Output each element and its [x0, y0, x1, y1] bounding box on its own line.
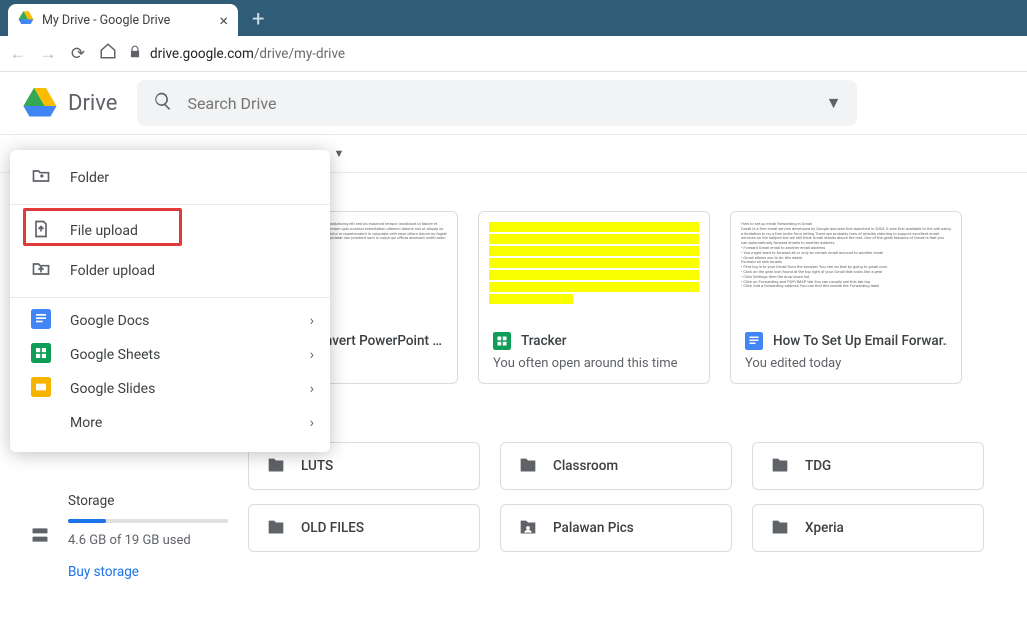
back-button[interactable]: ←: [8, 44, 28, 64]
search-options-icon[interactable]: ▼: [826, 93, 842, 113]
card-subtitle: You edited today: [745, 356, 947, 371]
folder-icon: [769, 517, 791, 539]
new-menu-popup: Folder File upload Folder upload Google …: [10, 150, 330, 452]
browser-tab[interactable]: My Drive - Google Drive ×: [8, 4, 238, 36]
buy-storage-link[interactable]: Buy storage: [68, 564, 240, 580]
menu-google-sheets[interactable]: Google Sheets ›: [10, 338, 330, 372]
quick-access-label: ess: [266, 189, 1007, 205]
storage-icon: [30, 525, 50, 549]
close-tab-icon[interactable]: ×: [219, 11, 228, 30]
chevron-right-icon: ›: [310, 381, 314, 397]
slides-icon: [30, 377, 52, 401]
folder-item[interactable]: OLD FILES: [248, 504, 480, 552]
menu-new-folder[interactable]: Folder: [10, 158, 330, 198]
menu-more[interactable]: More ›: [10, 406, 330, 440]
folders-label: Folders: [266, 414, 1007, 430]
storage-bar: [68, 519, 228, 523]
folder-item[interactable]: TDG: [752, 442, 984, 490]
lock-icon: [128, 45, 142, 63]
chevron-right-icon: ›: [310, 313, 314, 329]
folder-icon: [517, 455, 539, 477]
folder-item[interactable]: Palawan Pics: [500, 504, 732, 552]
forward-button[interactable]: →: [38, 44, 58, 64]
content-area: ess Lorem ipsum dolor sit amet consectet…: [240, 173, 1027, 580]
quick-access-card[interactable]: How to set up email forwarding in GmailG…: [730, 211, 962, 384]
quick-access-card[interactable]: Tracker You often open around this time: [478, 211, 710, 384]
folder-item[interactable]: Xperia: [752, 504, 984, 552]
sheets-icon: [30, 343, 52, 367]
browser-toolbar: ← → ⟳ drive.google.com/drive/my-drive: [0, 36, 1027, 72]
sheet-thumbnail: [485, 218, 703, 322]
browser-tabbar: My Drive - Google Drive × +: [0, 0, 1027, 36]
reload-button[interactable]: ⟳: [68, 44, 88, 64]
sheets-icon: [493, 332, 511, 350]
home-button[interactable]: [98, 42, 118, 65]
card-subtitle: You often open around this time: [493, 356, 695, 371]
card-title: Tracker: [521, 333, 567, 349]
storage-label: Storage: [68, 493, 240, 509]
drive-header: Drive ▼: [0, 72, 1027, 135]
folder-icon: [265, 517, 287, 539]
menu-file-upload[interactable]: File upload: [10, 211, 330, 251]
docs-icon: [745, 332, 763, 350]
tab-title: My Drive - Google Drive: [42, 13, 211, 28]
folder-upload-icon: [30, 259, 52, 283]
search-box[interactable]: ▼: [137, 80, 857, 126]
drive-favicon: [18, 10, 34, 30]
sidebar-item-storage[interactable]: Storage 4.6 GB of 19 GB used Buy storage: [30, 493, 240, 580]
drive-logo-text: Drive: [68, 91, 117, 116]
doc-thumbnail: How to set up email forwarding in GmailG…: [737, 218, 955, 322]
search-icon: [153, 91, 173, 115]
storage-used: 4.6 GB of 19 GB used: [68, 533, 240, 548]
menu-folder-upload[interactable]: Folder upload: [10, 251, 330, 291]
file-upload-icon: [30, 219, 52, 243]
docs-icon: [30, 309, 52, 333]
folder-icon: [769, 455, 791, 477]
search-input[interactable]: [187, 94, 811, 113]
url-domain: drive.google.com: [150, 46, 254, 62]
card-title: How To Set Up Email Forwar…: [773, 333, 947, 349]
address-bar[interactable]: drive.google.com/drive/my-drive: [128, 45, 1019, 63]
chevron-down-icon: ▼: [333, 147, 344, 160]
url-path: /drive/my-drive: [254, 46, 345, 62]
chevron-right-icon: ›: [310, 347, 314, 363]
shared-folder-icon: [517, 517, 539, 539]
folder-item[interactable]: Classroom: [500, 442, 732, 490]
folder-icon: [265, 455, 287, 477]
menu-google-slides[interactable]: Google Slides ›: [10, 372, 330, 406]
new-folder-icon: [30, 166, 52, 190]
menu-google-docs[interactable]: Google Docs ›: [10, 304, 330, 338]
chevron-right-icon: ›: [310, 415, 314, 431]
new-tab-button[interactable]: +: [252, 7, 264, 32]
drive-logo[interactable]: Drive: [20, 85, 117, 121]
